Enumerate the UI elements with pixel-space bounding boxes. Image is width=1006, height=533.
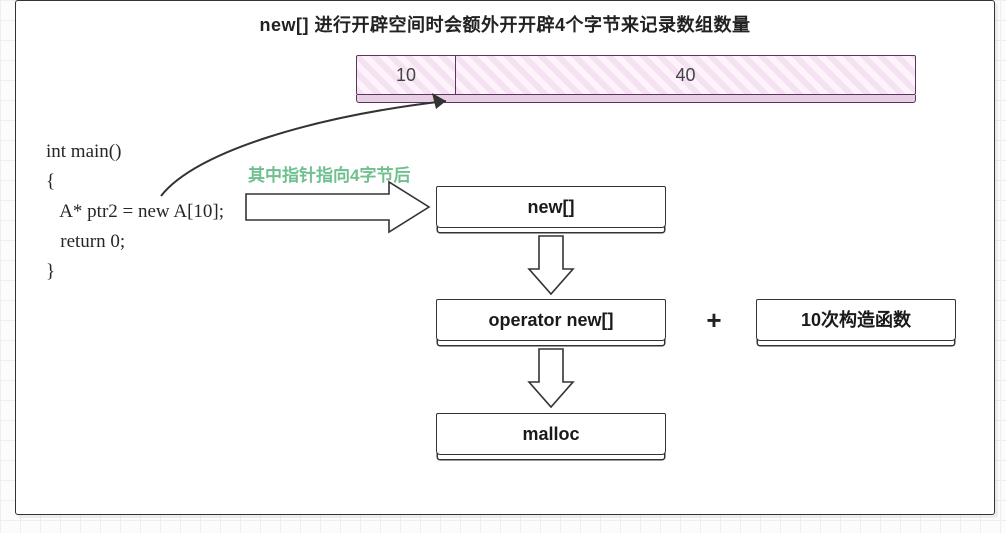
diagram-frame: new[] 进行开辟空间时会额外开开辟4个字节来记录数组数量 10 40 int… (15, 0, 995, 515)
code-block: int main() { A* ptr2 = new A[10]; return… (46, 137, 224, 287)
pointer-annotation: 其中指针指向4字节后 (248, 161, 410, 186)
flow-box-operator-new: operator new[] (436, 299, 666, 341)
code-line: return 0; (46, 231, 125, 252)
code-line: { (46, 171, 55, 192)
diagram-title: new[] 进行开辟空间时会额外开开辟4个字节来记录数组数量 (16, 11, 994, 37)
code-to-new-arrow (246, 182, 429, 232)
title-kw: new[] (259, 15, 309, 35)
memory-bar-depth (356, 95, 916, 103)
flow-box-constructor: 10次构造函数 (756, 299, 956, 341)
arrow-new-to-opnew (529, 236, 573, 294)
flow-box-malloc: malloc (436, 413, 666, 455)
plus-symbol: + (699, 305, 729, 336)
arrow-opnew-to-malloc (529, 349, 573, 407)
memory-count-cell: 10 (356, 55, 456, 95)
code-line: int main() (46, 141, 121, 162)
code-line: A* ptr2 = new A[10]; (46, 201, 224, 222)
flow-box-new: new[] (436, 186, 666, 228)
title-rest: 进行开辟空间时会额外开开辟4个字节来记录数组数量 (315, 15, 751, 35)
code-line: } (46, 261, 55, 282)
memory-data-cell: 40 (456, 55, 916, 95)
